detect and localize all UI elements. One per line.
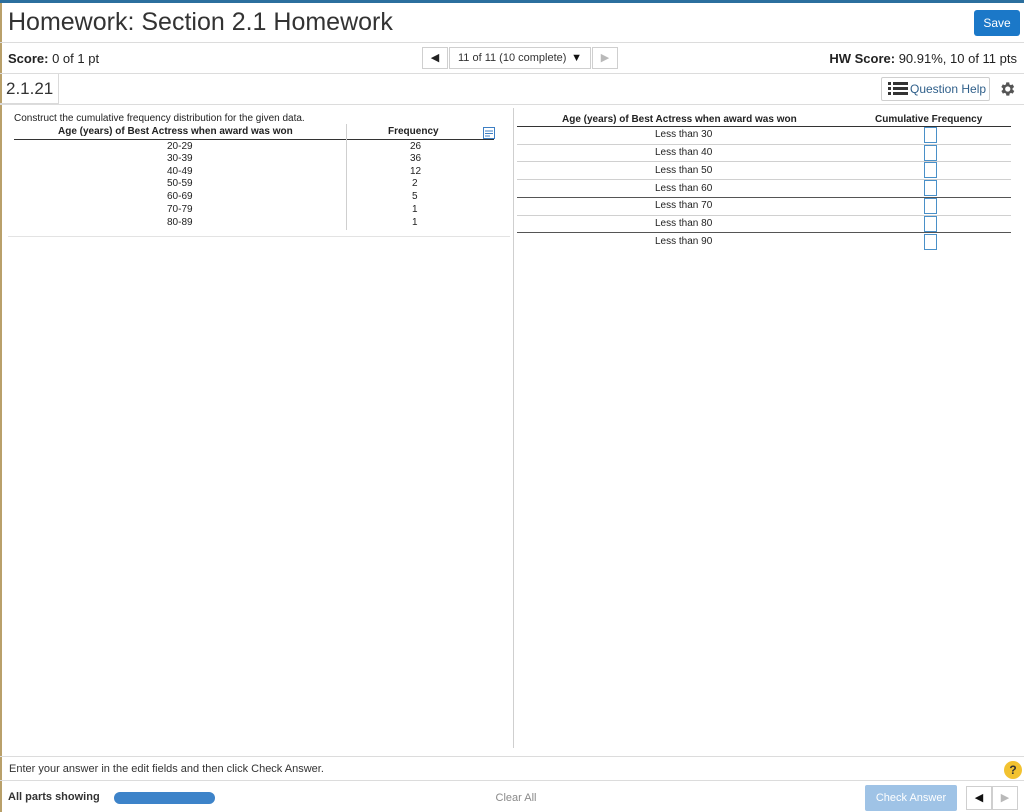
divider bbox=[0, 104, 1024, 105]
divider bbox=[0, 780, 1024, 781]
hw-score-label: HW Score: bbox=[829, 51, 896, 66]
age-column-header: Age (years) of Best Actress when award w… bbox=[58, 126, 293, 137]
table-cell-frequency: 12 bbox=[410, 166, 422, 177]
check-answer-button[interactable]: Check Answer bbox=[865, 785, 957, 811]
column-separator bbox=[346, 124, 347, 230]
table-cell-frequency: 1 bbox=[412, 217, 418, 228]
table-cell-age: 50-59 bbox=[167, 178, 193, 189]
save-button[interactable]: Save bbox=[974, 10, 1020, 36]
table-cell-frequency: 5 bbox=[412, 191, 418, 202]
hw-score-value: 90.91%, 10 of 11 pts bbox=[898, 51, 1017, 66]
instruction-text: Construct the cumulative frequency distr… bbox=[14, 113, 305, 124]
divider bbox=[0, 73, 1024, 74]
question-help-button[interactable]: Question Help bbox=[881, 77, 990, 101]
caret-left-icon: ◀ bbox=[974, 792, 984, 804]
table-cell-age: 80-89 bbox=[167, 217, 193, 228]
previous-question-button[interactable]: ◀ bbox=[422, 47, 448, 69]
caret-right-icon: ▶ bbox=[1000, 792, 1010, 804]
table-cell-frequency: 36 bbox=[410, 153, 422, 164]
instruction-footer-text: Enter your answer in the edit fields and… bbox=[9, 763, 324, 775]
table-cell-frequency: 1 bbox=[412, 204, 418, 215]
clear-all-button[interactable]: Clear All bbox=[483, 787, 549, 809]
caret-right-icon: ▶ bbox=[600, 52, 610, 64]
hw-score: HW Score: 90.91%, 10 of 11 pts bbox=[829, 51, 1017, 66]
answer-row-label: Less than 60 bbox=[655, 183, 713, 194]
table-header-rule bbox=[14, 139, 494, 140]
answer-row-label: Less than 50 bbox=[655, 165, 713, 176]
table-cell-age: 60-69 bbox=[167, 191, 193, 202]
answer-row-label: Less than 90 bbox=[655, 236, 713, 247]
score: Score: 0 of 1 pt bbox=[8, 51, 99, 66]
table-cell-age: 40-49 bbox=[167, 166, 193, 177]
frequency-column-header: Frequency bbox=[388, 126, 439, 137]
help-question-icon[interactable]: ? bbox=[1004, 761, 1022, 779]
divider bbox=[0, 756, 1024, 757]
copy-table-icon[interactable] bbox=[483, 127, 495, 139]
table-bottom-rule bbox=[8, 236, 510, 237]
answer-row-label: Less than 40 bbox=[655, 147, 713, 158]
cumulative-frequency-input[interactable] bbox=[924, 145, 937, 161]
cumulative-frequency-column-header: Cumulative Frequency bbox=[875, 114, 983, 125]
cumulative-frequency-input[interactable] bbox=[924, 127, 937, 143]
answer-row-label: Less than 70 bbox=[655, 200, 713, 211]
score-label: Score: bbox=[8, 51, 49, 66]
question-select[interactable]: 11 of 11 (10 complete) ▼ bbox=[449, 47, 591, 69]
divider bbox=[0, 42, 1024, 43]
dropdown-caret-icon: ▼ bbox=[571, 52, 582, 64]
page-title: Homework: Section 2.1 Homework bbox=[8, 8, 393, 36]
table-cell-frequency: 26 bbox=[410, 141, 422, 152]
top-accent-bar bbox=[0, 0, 1024, 3]
question-help-label: Question Help bbox=[910, 82, 987, 96]
gear-icon[interactable] bbox=[998, 80, 1016, 98]
answer-row-label: Less than 80 bbox=[655, 218, 713, 229]
panel-divider bbox=[513, 108, 514, 748]
left-accent-bar bbox=[0, 3, 2, 812]
row-rule bbox=[517, 232, 1011, 233]
question-select-value: 11 of 11 (10 complete) bbox=[458, 52, 567, 64]
parts-progress-fill bbox=[114, 792, 215, 804]
cumulative-frequency-input[interactable] bbox=[924, 234, 937, 250]
cumulative-frequency-input[interactable] bbox=[924, 216, 937, 232]
table-cell-frequency: 2 bbox=[412, 178, 418, 189]
question-id: 2.1.21 bbox=[6, 79, 54, 98]
cumulative-frequency-input[interactable] bbox=[924, 198, 937, 214]
table-cell-age: 30-39 bbox=[167, 153, 193, 164]
previous-part-button[interactable]: ◀ bbox=[966, 786, 992, 810]
next-part-button[interactable]: ▶ bbox=[992, 786, 1018, 810]
answer-row-label: Less than 30 bbox=[655, 129, 713, 140]
caret-left-icon: ◀ bbox=[430, 52, 440, 64]
list-icon bbox=[888, 82, 908, 95]
answer-age-column-header: Age (years) of Best Actress when award w… bbox=[562, 114, 797, 125]
parts-status: All parts showing bbox=[8, 791, 100, 803]
parts-progress-bar bbox=[114, 792, 215, 804]
table-cell-age: 20-29 bbox=[167, 141, 193, 152]
cumulative-frequency-input[interactable] bbox=[924, 162, 937, 178]
score-value: 0 of 1 pt bbox=[52, 51, 100, 66]
next-question-button[interactable]: ▶ bbox=[592, 47, 618, 69]
cumulative-frequency-input[interactable] bbox=[924, 180, 937, 196]
table-cell-age: 70-79 bbox=[167, 204, 193, 215]
